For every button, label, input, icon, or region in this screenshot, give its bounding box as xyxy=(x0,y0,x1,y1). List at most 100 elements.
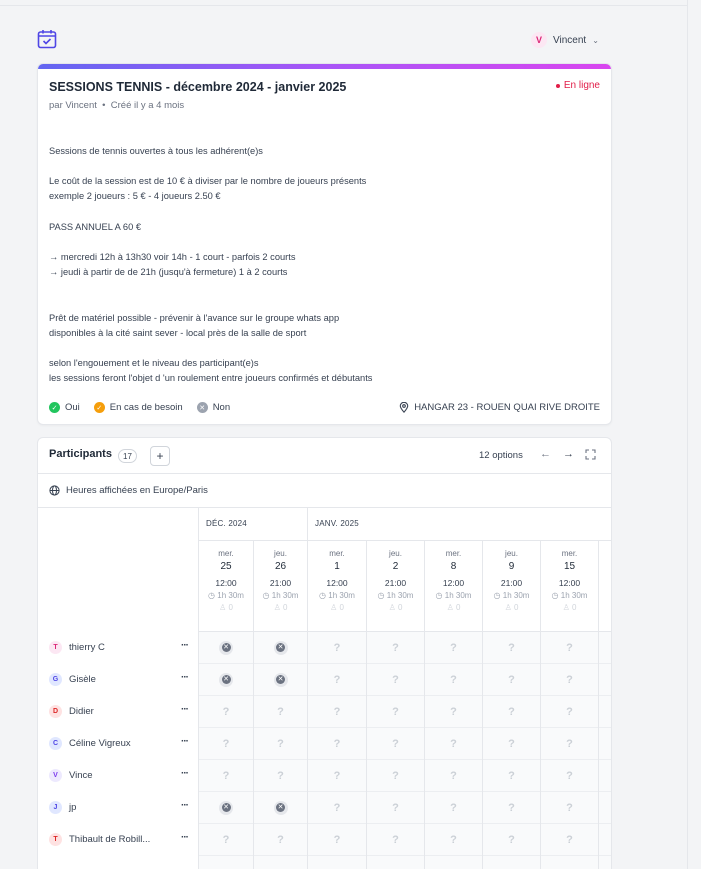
scrollbar-gutter[interactable] xyxy=(687,0,701,869)
participants-count-badge: 17 xyxy=(118,449,137,463)
participant-row: G Gisèle ··· xyxy=(38,663,198,695)
vote-cell[interactable]: ? xyxy=(199,728,253,760)
vote-cell[interactable]: ? xyxy=(425,728,482,760)
vote-cell[interactable]: ? xyxy=(425,696,482,728)
description-line xyxy=(49,296,599,311)
vote-cell[interactable]: ? xyxy=(541,792,598,824)
vote-cell[interactable]: ? xyxy=(199,760,253,792)
card-gradient-bar xyxy=(38,64,611,69)
vote-cell[interactable] xyxy=(599,664,611,696)
legend-yes-label: Oui xyxy=(65,402,80,413)
vote-cell[interactable]: ? xyxy=(483,824,540,856)
day-number: 15 xyxy=(563,561,576,572)
more-options-icon[interactable]: ··· xyxy=(181,800,189,811)
vote-cell[interactable]: ? xyxy=(541,696,598,728)
participant-name: thierry C xyxy=(69,641,105,653)
participant-name: Céline Vigreux xyxy=(69,737,131,749)
avatar: D xyxy=(49,704,62,718)
participant-count-label: 0 xyxy=(571,603,577,612)
participant-count: ♙ 0 xyxy=(367,603,424,612)
vote-cell[interactable] xyxy=(599,792,611,824)
participant-name: Vince xyxy=(69,769,93,781)
date-column-header: mer. 15 12:00 ◷ 1h 30m ♙ 0 xyxy=(540,541,598,631)
vote-cell[interactable]: ? xyxy=(254,728,307,760)
vote-cell[interactable]: ✕ xyxy=(199,632,253,664)
vote-cell[interactable]: ? xyxy=(483,664,540,696)
duration-label: 1h 30m xyxy=(386,591,414,600)
vote-cell[interactable]: ? xyxy=(367,760,424,792)
vote-cell[interactable]: ? xyxy=(541,760,598,792)
vote-cell[interactable]: ? xyxy=(254,760,307,792)
vote-cell[interactable]: ? xyxy=(367,728,424,760)
user-menu[interactable]: V Vincent ⌄ xyxy=(531,31,599,49)
vote-cell[interactable]: ? xyxy=(425,760,482,792)
add-participant-button[interactable]: + xyxy=(150,446,170,466)
vote-cell[interactable]: ? xyxy=(483,632,540,664)
vote-cell[interactable]: ? xyxy=(254,696,307,728)
participants-title: Participants xyxy=(49,448,112,460)
vote-cell[interactable]: ✕ xyxy=(199,792,253,824)
vote-cell[interactable]: ? xyxy=(367,664,424,696)
vote-cell[interactable]: ? xyxy=(483,728,540,760)
user-icon: ♙ xyxy=(562,603,570,612)
vote-cell[interactable]: ? xyxy=(199,824,253,856)
expand-icon[interactable] xyxy=(585,449,596,463)
vote-cell[interactable]: ? xyxy=(425,824,482,856)
vote-cell[interactable] xyxy=(599,696,611,728)
vote-cell[interactable]: ? xyxy=(308,664,366,696)
vote-cell[interactable]: ? xyxy=(199,696,253,728)
vote-cell[interactable]: ? xyxy=(367,824,424,856)
day-number: 25 xyxy=(220,561,232,572)
calendar-check-logo-icon[interactable] xyxy=(37,29,57,49)
vote-cell[interactable]: ? xyxy=(367,792,424,824)
vote-cell[interactable]: ? xyxy=(308,760,366,792)
vote-cell[interactable]: ✕ xyxy=(254,792,307,824)
vote-cell[interactable]: ? xyxy=(308,824,366,856)
x-circle-icon: ✕ xyxy=(273,640,288,655)
description-line: → mercredi 12h à 13h30 voir 14h - 1 cour… xyxy=(49,252,296,263)
vote-cell[interactable]: ? xyxy=(308,792,366,824)
participant-name: Gisèle xyxy=(69,673,96,685)
vote-cell[interactable]: ? xyxy=(541,824,598,856)
more-options-icon[interactable]: ··· xyxy=(181,672,189,683)
legend-maybe-label: En cas de besoin xyxy=(109,402,183,413)
vote-cell[interactable]: ? xyxy=(425,632,482,664)
vote-cell[interactable]: ✕ xyxy=(199,664,253,696)
arrow-left-icon[interactable]: ← xyxy=(540,448,551,460)
vote-cell[interactable]: ? xyxy=(483,792,540,824)
day-number: 26 xyxy=(274,561,287,572)
vote-cell[interactable]: ? xyxy=(541,632,598,664)
more-options-icon[interactable]: ··· xyxy=(181,640,189,651)
day-number: 1 xyxy=(334,561,340,572)
vote-cell[interactable]: ✕ xyxy=(254,632,307,664)
vote-cell[interactable] xyxy=(599,760,611,792)
duration-label: 1h 30m xyxy=(217,591,244,600)
x-circle-icon: ✕ xyxy=(273,800,288,815)
vote-cell[interactable]: ? xyxy=(367,696,424,728)
more-options-icon[interactable]: ··· xyxy=(181,736,189,747)
vote-cell[interactable]: ? xyxy=(308,728,366,760)
vote-cell[interactable]: ? xyxy=(541,728,598,760)
duration-label: 1h 30m xyxy=(271,591,299,600)
vote-cell[interactable] xyxy=(599,632,611,664)
vote-cell[interactable]: ? xyxy=(425,792,482,824)
vote-cell[interactable]: ? xyxy=(367,632,424,664)
vote-cell[interactable] xyxy=(599,824,611,856)
vote-cell[interactable]: ✕ xyxy=(254,664,307,696)
month-label: DÉC. 2024 xyxy=(198,508,307,541)
participant-row: V Vince ··· xyxy=(38,759,198,791)
more-options-icon[interactable]: ··· xyxy=(181,832,189,843)
vote-cell[interactable]: ? xyxy=(483,696,540,728)
vote-cell[interactable]: ? xyxy=(483,760,540,792)
vote-cell[interactable]: ? xyxy=(308,696,366,728)
more-options-icon[interactable]: ··· xyxy=(181,704,189,715)
arrow-right-icon[interactable]: → xyxy=(563,448,574,460)
vote-cell[interactable]: ? xyxy=(425,664,482,696)
vote-cell[interactable] xyxy=(599,728,611,760)
vote-cell[interactable]: ? xyxy=(541,664,598,696)
participant-count-label: 0 xyxy=(513,603,519,612)
more-options-icon[interactable]: ··· xyxy=(181,768,189,779)
vote-cell[interactable]: ? xyxy=(308,632,366,664)
start-time: 12:00 xyxy=(558,578,581,588)
vote-cell[interactable]: ? xyxy=(254,824,307,856)
